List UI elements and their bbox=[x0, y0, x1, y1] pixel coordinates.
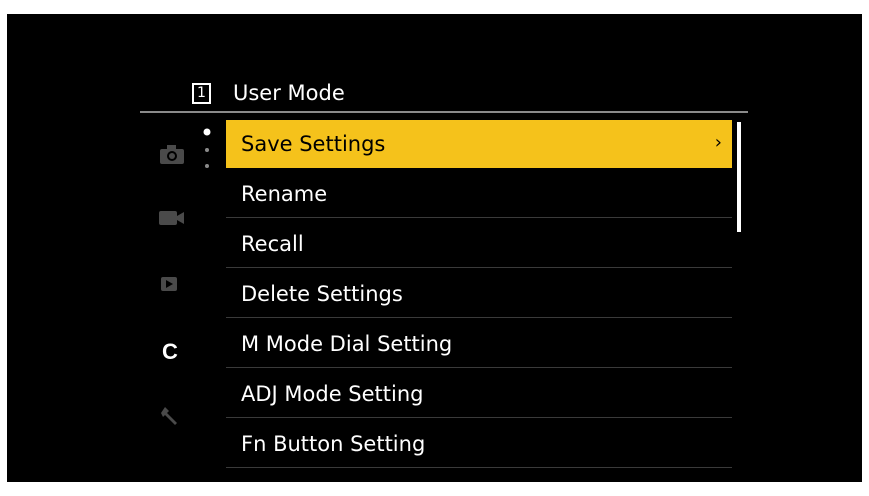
menu-item-rename[interactable]: Rename bbox=[226, 170, 732, 218]
video-camera-icon[interactable] bbox=[158, 206, 188, 230]
custom-c-icon[interactable]: C bbox=[158, 339, 188, 363]
menu-item-label: Fn Button Setting bbox=[241, 431, 426, 456]
chevron-right-icon: › bbox=[714, 132, 722, 153]
menu-item-adj-mode-setting[interactable]: ADJ Mode Setting bbox=[226, 370, 732, 418]
page-title: User Mode bbox=[233, 81, 345, 105]
menu-item-label: M Mode Dial Setting bbox=[241, 331, 453, 356]
menu-item-save-settings[interactable]: Save Settings › bbox=[226, 120, 732, 168]
menu-item-m-mode-dial-setting[interactable]: M Mode Dial Setting bbox=[226, 320, 732, 368]
menu-item-recall[interactable]: Recall bbox=[226, 220, 732, 268]
menu-item-fn-button-setting[interactable]: Fn Button Setting bbox=[226, 420, 732, 468]
menu-item-delete-settings[interactable]: Delete Settings bbox=[226, 270, 732, 318]
menu-item-label: Recall bbox=[241, 231, 304, 256]
playback-icon[interactable] bbox=[158, 273, 188, 297]
svg-text:C: C bbox=[162, 339, 178, 363]
camera-icon[interactable] bbox=[158, 142, 188, 166]
menu-list: Save Settings › Rename Recall Delete Set… bbox=[226, 120, 732, 470]
page-indicator-dots bbox=[203, 128, 211, 168]
menu-item-label: Save Settings bbox=[241, 132, 386, 156]
scrollbar[interactable] bbox=[737, 122, 741, 232]
menu-header: 1 User Mode bbox=[192, 77, 345, 109]
menu-item-label: ADJ Mode Setting bbox=[241, 381, 424, 406]
menu-item-label: Delete Settings bbox=[241, 281, 403, 306]
menu-item-label: Rename bbox=[241, 181, 328, 206]
page-number-box: 1 bbox=[192, 82, 211, 104]
header-divider bbox=[140, 111, 748, 113]
wrench-icon[interactable] bbox=[158, 404, 188, 428]
